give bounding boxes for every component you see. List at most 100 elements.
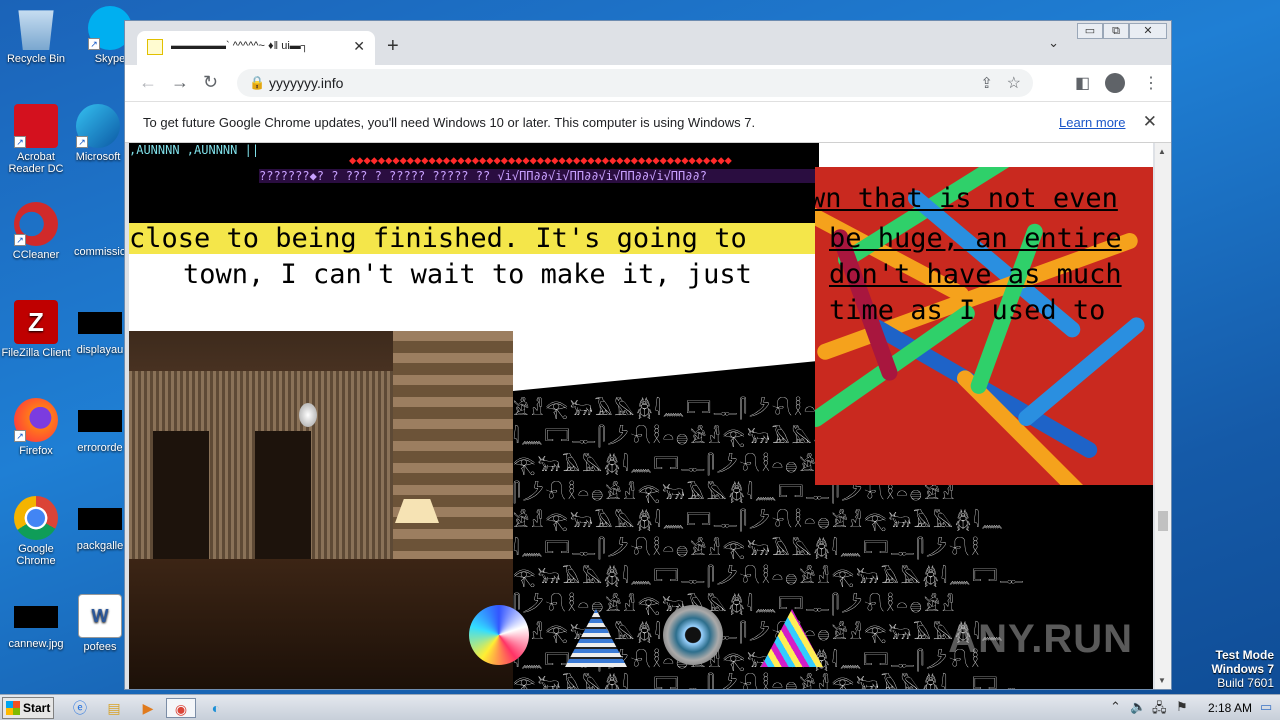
desktop-icon-ccleaner[interactable]: ↗ CCleaner (0, 202, 72, 261)
tray-network-icon[interactable]: 🖧 (1152, 699, 1167, 720)
forward-icon[interactable]: → (171, 72, 189, 93)
firefox-icon: ↗ (14, 398, 58, 442)
shortcut-arrow-icon: ↗ (14, 136, 26, 148)
taskbar-explorer-icon[interactable]: ▤ (102, 698, 126, 718)
profile-avatar-icon[interactable] (1105, 73, 1125, 93)
learn-more-link[interactable]: Learn more (1059, 115, 1125, 130)
close-window-button[interactable]: ✕ (1129, 23, 1167, 39)
reload-icon[interactable]: ↻ (203, 72, 218, 93)
scroll-up-icon[interactable]: ▲ (1158, 147, 1166, 156)
taskbar-clock[interactable]: 2:18 AM (1208, 701, 1252, 715)
side-panel-icon[interactable]: ◧ (1075, 73, 1090, 93)
desktop-icon-filezilla[interactable]: Z FileZilla Client (0, 300, 72, 359)
filezilla-icon: Z (14, 300, 58, 344)
glyph-row: 𓂀𓃒𓄿𓅓𓆣𓇋𓈖𓉐𓊃𓋴𓌳𓍯𓎛𓏏𓐍𓀀𓁐𓂀𓃒𓄿𓅓𓆣𓇋𓈖𓉐𓊃 (513, 567, 1026, 588)
glitch-line-1: ,AUNNNN ,AUNNNN || (129, 143, 260, 157)
minimize-button[interactable]: ▭ (1077, 23, 1103, 39)
tab-strip: ▬▬▬▬▬` ^^^^^~ ♦‖ ui▬┐ ✕ + ⌄ ▭ ⧉ ✕ (125, 21, 1171, 65)
image-file-icon (14, 606, 58, 628)
file-icon (78, 214, 122, 236)
glitch-line-3: ???????◆? ? ??? ? ????? ????? ?? √i√ПП∂∂… (259, 169, 819, 183)
glyph-row: 𓂀𓃒𓄿𓅓𓆣𓇋𓈖𓉐𓊃𓋴𓌳𓍯𓎛𓏏𓐍𓀀𓁐𓂀𓃒𓄿𓅓𓆣𓇋𓈖𓉐𓊃 (513, 675, 1026, 689)
tab-active[interactable]: ▬▬▬▬▬` ^^^^^~ ♦‖ ui▬┐ ✕ (137, 31, 375, 65)
text-line-town: town, I can't wait to make it, just (183, 259, 752, 290)
glyph-row: 𓀀𓁐𓂀𓃒𓄿𓅓𓆣𓇋𓈖𓉐𓊃𓋴𓌳𓍯𓎛𓏏𓐍𓀀𓁐𓂀𓃒𓄿𓅓𓆣𓇋𓈖 (513, 511, 1005, 532)
tab-search-chevron-icon[interactable]: ⌄ (1048, 35, 1059, 51)
start-button[interactable]: Start (2, 697, 54, 719)
page-viewport: ,AUNNNN ,AUNNNN || ◆◆◆◆◆◆◆◆◆◆◆◆◆◆◆◆◆◆◆◆◆… (129, 143, 1153, 689)
tray-volume-icon[interactable]: 🔈 (1130, 699, 1146, 715)
room-door-left (153, 431, 209, 561)
desktop-icon-recycle-bin[interactable]: Recycle Bin (0, 6, 72, 65)
desktop-icon-label: Firefox (19, 445, 53, 457)
shortcut-arrow-icon: ↗ (88, 38, 100, 50)
build-line: Build 7601 (1217, 676, 1274, 690)
room-render-image (129, 331, 513, 689)
pipe-text-line: time as I used to (829, 295, 1106, 326)
word-doc-icon: W (78, 594, 122, 638)
share-icon[interactable]: ⇪ (980, 74, 993, 92)
shortcut-arrow-icon: ↗ (14, 234, 26, 246)
page-scrollbar[interactable]: ▲ ▼ (1155, 143, 1171, 689)
scrollbar-thumb[interactable] (1158, 511, 1168, 531)
ceiling-bulb-icon (299, 403, 317, 427)
chrome-icon (14, 496, 58, 540)
desktop-icon-label: CCleaner (12, 249, 60, 261)
acrobat-icon: ↗ (14, 104, 58, 148)
torus-icon (663, 605, 723, 665)
new-tab-button[interactable]: + (387, 35, 399, 58)
edge-icon: ↗ (76, 104, 120, 148)
watermark: ANY.RUN (948, 617, 1133, 661)
test-mode-notice: Test Mode Windows 7 Build 7601 (1211, 648, 1274, 690)
url-text[interactable]: yyyyyyy.info (269, 75, 343, 91)
desktop-icon-label: Recycle Bin (6, 53, 66, 65)
taskbar-ie-icon[interactable]: ⓔ (68, 698, 92, 718)
chrome-window: ▬▬▬▬▬` ^^^^^~ ♦‖ ui▬┐ ✕ + ⌄ ▭ ⧉ ✕ ← → ↻ … (124, 20, 1172, 690)
maximize-button[interactable]: ⧉ (1103, 23, 1129, 39)
taskbar-media-player-icon[interactable]: ▶ (136, 698, 160, 718)
room-wall-right (393, 331, 513, 581)
sphere-icon (469, 605, 529, 665)
desktop-icon-label: Google Chrome (16, 543, 56, 567)
back-icon[interactable]: ← (139, 72, 157, 93)
scroll-down-icon[interactable]: ▼ (1158, 676, 1166, 685)
file-icon (78, 508, 122, 530)
pipe-text-line: be huge, an entire (829, 223, 1122, 254)
page-favicon-icon (147, 39, 163, 55)
taskbar-edge-icon[interactable]: ◐ (204, 698, 228, 718)
recycle-bin-icon (18, 10, 54, 50)
bookmark-star-icon[interactable]: ☆ (1007, 73, 1021, 93)
desktop-icon-google-chrome[interactable]: Google Chrome (0, 496, 72, 567)
tray-expand-icon[interactable]: ⌃ (1110, 699, 1121, 715)
infobar-message: To get future Google Chrome updates, you… (143, 115, 756, 130)
ccleaner-icon: ↗ (14, 202, 58, 246)
lock-icon[interactable]: 🔒 (249, 75, 265, 91)
file-icon (78, 410, 122, 432)
text-line-close: close to being finished. It's going to (129, 223, 819, 254)
pipe-text-line: don't have as much (829, 259, 1122, 290)
desktop-icon-firefox[interactable]: ↗ Firefox (0, 398, 72, 457)
menu-kebab-icon[interactable]: ⋮ (1143, 73, 1159, 93)
taskbar-chrome-icon[interactable]: ◉ (166, 698, 196, 718)
show-desktop-icon[interactable]: ▭ (1260, 699, 1272, 715)
tab-close-icon[interactable]: ✕ (353, 38, 365, 55)
file-icon (78, 312, 122, 334)
shortcut-arrow-icon: ↗ (14, 430, 26, 442)
glyph-row: 𓋴𓌳𓍯𓎛𓏏𓐍𓀀𓁐𓂀𓃒𓄿𓅓𓆣𓇋𓈖𓉐𓊃𓋴𓌳𓍯𓎛𓏏𓐍𓀀𓁐 (513, 595, 957, 616)
room-floor (129, 559, 513, 689)
desktop-icon-cannew[interactable]: cannew.jpg (0, 594, 72, 650)
room-door-right (255, 431, 311, 561)
address-bar[interactable]: 🔒 yyyyyyy.info ⇪ ☆ (237, 69, 1033, 97)
test-mode-line: Test Mode (1215, 648, 1274, 662)
glyph-row: 𓇋𓈖𓉐𓊃𓋴𓌳𓍯𓎛𓏏𓐍𓀀𓁐𓂀𓃒𓄿𓅓𓆣𓇋𓈖𓉐𓊃𓋴𓌳𓍯𓎛 (513, 539, 982, 560)
start-label: Start (23, 701, 51, 715)
tab-title: ▬▬▬▬▬` ^^^^^~ ♦‖ ui▬┐ (171, 40, 309, 52)
glitch-line-2: ◆◆◆◆◆◆◆◆◆◆◆◆◆◆◆◆◆◆◆◆◆◆◆◆◆◆◆◆◆◆◆◆◆◆◆◆◆◆◆◆… (349, 153, 732, 167)
browser-toolbar: ← → ↻ 🔒 yyyyyyy.info ⇪ ☆ ◧ ⋮ (125, 65, 1171, 101)
taskbar: Start ⓔ ▤ ▶ ◉ ◐ ⌃ 🔈 🖧 ⚑ 2:18 AM ▭ (0, 694, 1280, 720)
infobar-close-icon[interactable]: ✕ (1143, 112, 1157, 132)
tray-flag-icon[interactable]: ⚑ (1176, 699, 1188, 715)
windows-flag-icon (6, 701, 20, 715)
desktop-icon-label: FileZilla Client (1, 347, 71, 359)
shortcut-arrow-icon: ↗ (76, 136, 88, 148)
